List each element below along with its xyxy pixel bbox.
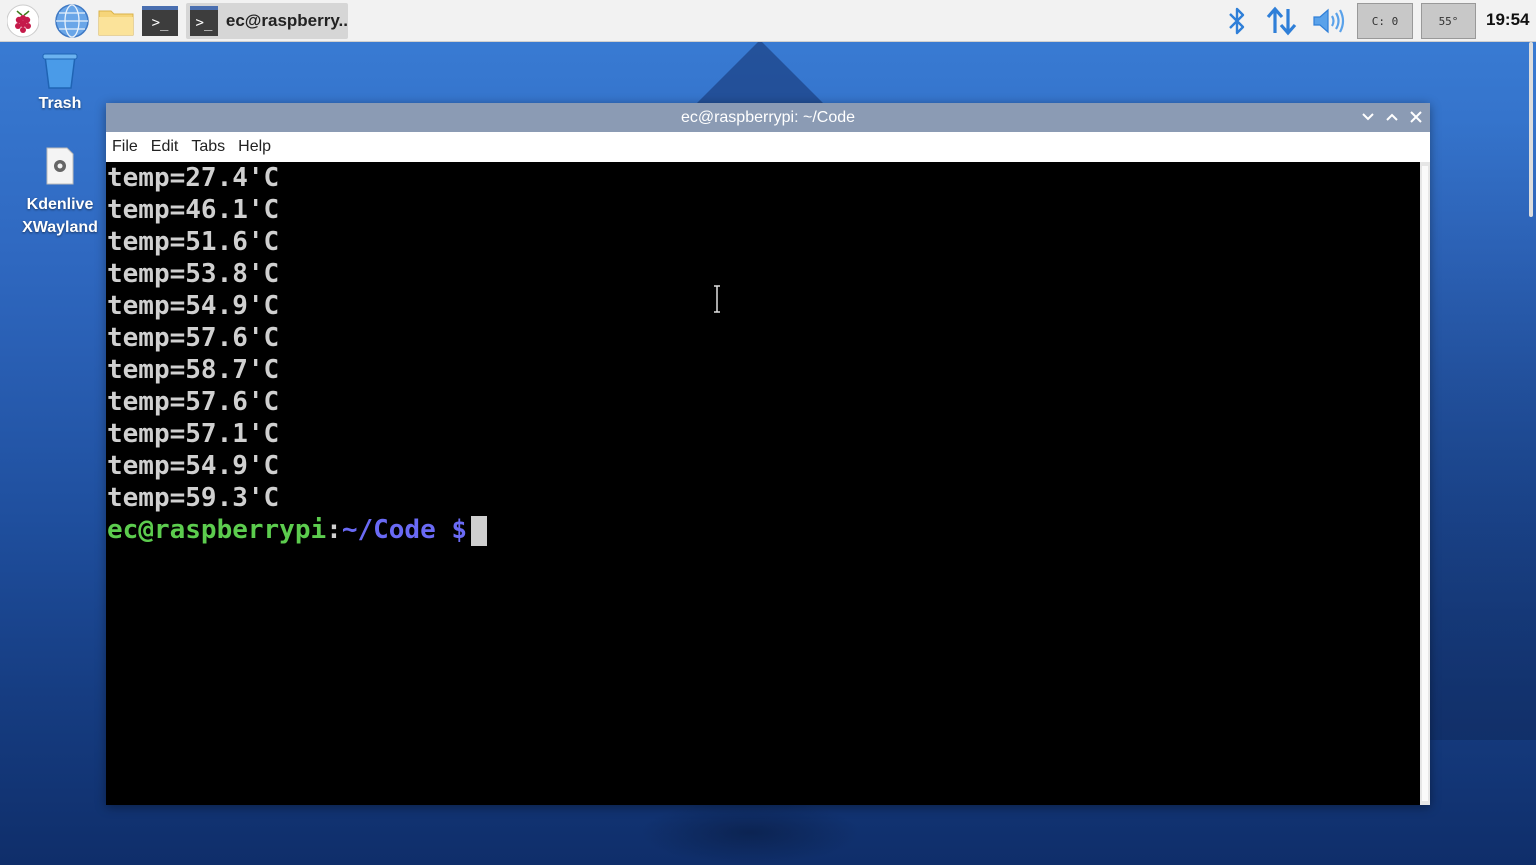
text-cursor: [471, 515, 488, 546]
menu-tabs[interactable]: Tabs: [191, 138, 225, 156]
terminal-scrollbar[interactable]: [1420, 162, 1430, 805]
globe-icon: [55, 4, 89, 38]
close-button[interactable]: [1406, 107, 1426, 127]
cpu-monitor-label: C: 0: [1371, 14, 1399, 28]
output-line: temp=46.1'C: [107, 195, 280, 225]
network-button[interactable]: [1264, 3, 1300, 39]
desktop-icon-trash[interactable]: Trash: [20, 52, 100, 113]
output-line: temp=51.6'C: [107, 227, 280, 257]
minimize-button[interactable]: [1358, 107, 1378, 127]
output-line: temp=27.4'C: [107, 163, 280, 193]
close-icon: [1410, 111, 1422, 123]
maximize-button[interactable]: [1382, 107, 1402, 127]
output-line: temp=57.1'C: [107, 419, 280, 449]
prompt-separator: :: [326, 515, 342, 545]
raspberry-logo-icon: [7, 4, 39, 38]
output-line: temp=54.9'C: [107, 451, 280, 481]
ibeam-cursor-icon: [714, 285, 720, 313]
terminal-launcher-button[interactable]: >_: [140, 3, 180, 39]
wallpaper-reflection: [640, 800, 860, 865]
wallpaper-mountain: [690, 40, 830, 110]
output-line: temp=57.6'C: [107, 387, 280, 417]
window-title: ec@raspberrypi: ~/Code: [680, 109, 856, 126]
scrollbar-thumb[interactable]: [1422, 166, 1428, 801]
desktop-scrollbar[interactable]: [1527, 42, 1536, 222]
terminal-window: ec@raspberrypi: ~/Code File Edit Tabs He…: [106, 103, 1430, 805]
taskbar-window-label: ec@raspberry..: [225, 11, 348, 30]
output-line: temp=54.9'C: [107, 291, 280, 321]
cpu-monitor[interactable]: C: 0: [1357, 3, 1413, 39]
prompt-path: ~/Code $: [341, 515, 468, 545]
chevron-up-icon: [1386, 113, 1398, 121]
chevron-down-icon: [1362, 113, 1374, 121]
app-gear-icon: [46, 147, 74, 185]
network-arrows-icon: [1266, 6, 1297, 36]
output-line: temp=59.3'C: [107, 483, 280, 513]
desktop-icon-label: Kdenlive: [26, 196, 94, 213]
output-line: temp=57.6'C: [107, 323, 280, 353]
cpu-temp-label: 55°: [1438, 14, 1459, 28]
output-line: temp=53.8'C: [107, 259, 280, 289]
folder-icon: [98, 10, 134, 36]
clock[interactable]: 19:54: [1486, 10, 1529, 30]
desktop-icon-label: XWayland: [22, 219, 98, 236]
bluetooth-button[interactable]: [1222, 3, 1252, 39]
trash-icon: [42, 53, 78, 89]
menu-help[interactable]: Help: [238, 138, 271, 156]
web-browser-button[interactable]: [52, 3, 92, 39]
bluetooth-icon: [1229, 7, 1245, 35]
terminal-icon: >_: [142, 6, 178, 36]
cpu-temp-monitor[interactable]: 55°: [1421, 3, 1476, 39]
raspberry-menu-button[interactable]: [4, 3, 42, 39]
taskbar-window-terminal[interactable]: >_ ec@raspberry..: [186, 3, 348, 39]
prompt-line[interactable]: ec@raspberrypi:~/Code $: [106, 514, 1420, 546]
terminal-icon: >_: [190, 6, 218, 36]
top-panel: >_ >_ ec@raspberry.. C: 0 55° 19:54: [0, 0, 1536, 42]
desktop-icon-label: Trash: [38, 95, 82, 112]
terminal-output[interactable]: temp=27.4'C temp=46.1'C temp=51.6'C temp…: [106, 162, 1420, 805]
menu-bar: File Edit Tabs Help: [106, 132, 1430, 162]
wallpaper-hill: [1416, 120, 1536, 740]
output-line: temp=58.7'C: [107, 355, 280, 385]
file-manager-button[interactable]: [96, 3, 136, 39]
window-titlebar[interactable]: ec@raspberrypi: ~/Code: [106, 103, 1430, 132]
volume-button[interactable]: [1310, 3, 1348, 39]
prompt-user: ec@raspberrypi: [107, 515, 327, 545]
speaker-volume-icon: [1313, 8, 1345, 34]
desktop-icon-kdenlive[interactable]: Kdenlive XWayland: [14, 146, 106, 239]
menu-file[interactable]: File: [112, 138, 138, 156]
menu-edit[interactable]: Edit: [151, 138, 179, 156]
